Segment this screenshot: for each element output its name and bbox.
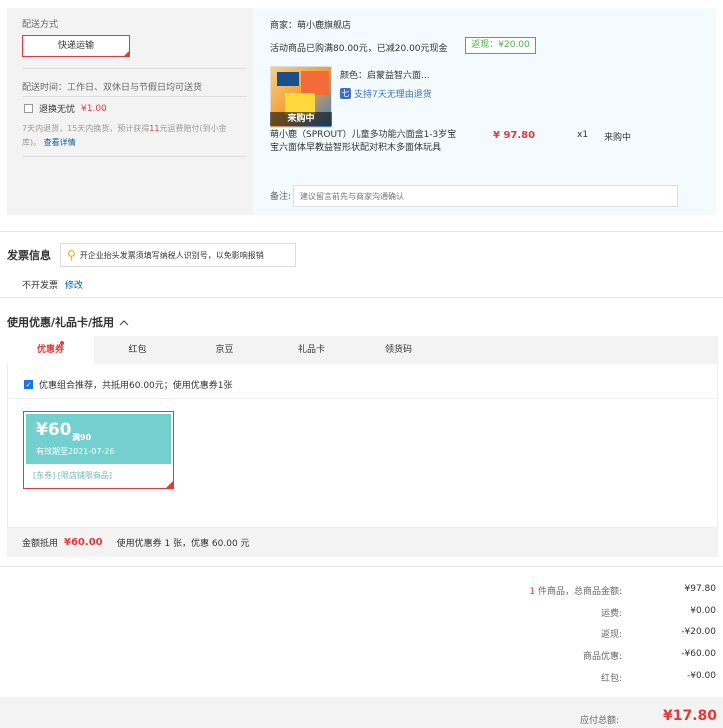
tab-jingdou[interactable]: 京豆 — [181, 336, 268, 364]
selected-corner-icon — [165, 480, 174, 489]
deduct-summary: 金额抵用 ¥60.00 使用优惠券 1 张，优惠 60.00 元 — [7, 528, 718, 557]
shipping-title: 配送方式 — [22, 20, 59, 30]
coupon-section-title[interactable]: 使用优惠/礼品卡/抵用 — [7, 314, 129, 330]
product-status: 来购中 — [604, 133, 632, 143]
coupon-tags: [东券] [限店铺限商品] — [33, 471, 113, 480]
section-divider — [0, 566, 723, 567]
tab-coupons[interactable]: 优惠券 — [7, 336, 94, 364]
product-price: ¥ 97.80 — [493, 130, 536, 141]
tab-redpacket[interactable]: 红包 — [94, 336, 181, 364]
divider — [7, 398, 718, 399]
divider — [22, 68, 246, 69]
summary-cashback: 返现: -¥20.00 — [600, 627, 716, 640]
coupon-expiry: 有效期至2021-07-26 — [36, 447, 115, 456]
product-title[interactable]: 萌小鹿（SPROUT）儿童多功能六面盒1-3岁宝宝六面体早教益智形状配对积木多面… — [270, 129, 460, 155]
returns-detail-link[interactable]: 查看详情 — [44, 138, 76, 147]
invoice-title: 发票信息 — [7, 249, 51, 262]
coupon-card[interactable]: ¥60 满90 有效期至2021-07-26 [东券] [限店铺限商品] — [23, 411, 174, 489]
product-thumb-label: 来购中 — [270, 112, 332, 126]
combo-checkbox[interactable]: ✓ — [24, 380, 33, 389]
promo-text: 活动商品已购满80.00元，已减20.00元现金 — [270, 44, 448, 54]
invoice-tip: ⚲ 开企业抬头发票须填写纳税人识别号，以免影响报销 — [60, 243, 296, 267]
divider — [22, 156, 246, 157]
return-support-tag: 七 支持7天无理由退货 — [340, 88, 432, 100]
combo-recommend[interactable]: ✓ 优惠组合推荐，共抵用60.00元；使用优惠券1张 — [24, 378, 233, 391]
returns-label: 退换无忧 — [39, 105, 76, 115]
summary-redpack: 红包: -¥0.00 — [600, 671, 716, 684]
rebate-badge: 返现：¥20.00 — [465, 37, 536, 54]
tab-pickup-code[interactable]: 领货码 — [355, 336, 442, 364]
total-amount: ¥17.80 — [662, 708, 717, 724]
coupon-tabs: 优惠券 红包 京豆 礼品卡 领货码 — [7, 336, 718, 364]
note-input[interactable] — [293, 185, 678, 207]
returns-price: ¥1.00 — [81, 103, 107, 114]
note-label: 备注: — [270, 192, 292, 202]
summary-goods: 1 件商品，总商品金额: ¥97.80 — [529, 584, 716, 597]
total-label: 应付总额: — [579, 716, 619, 726]
product-color: 颜色：启蒙益智六面... — [340, 71, 430, 81]
coupon-condition: 满90 — [72, 433, 92, 442]
shipping-time: 配送时间：工作日、双休日与节假日均可送货 — [22, 83, 203, 93]
shipping-method-button[interactable]: 快递运输 — [22, 35, 130, 57]
merchant-name: 商家：萌小鹿旗舰店 — [270, 21, 352, 31]
section-divider — [0, 297, 723, 298]
coupon-amount: ¥60 — [36, 420, 72, 440]
section-divider — [0, 231, 723, 232]
lightbulb-icon: ⚲ — [67, 248, 76, 262]
invoice-modify-link[interactable]: 修改 — [65, 281, 83, 291]
chevron-up-icon — [119, 319, 129, 325]
returns-note: 7天内退货，15天内换货，预计获得11元运费赔付(到小金库)。 查看详情 — [22, 124, 227, 147]
tab-giftcard[interactable]: 礼品卡 — [268, 336, 355, 364]
summary-freight: 运费: ¥0.00 — [600, 606, 716, 619]
invoice-status: 不开发票 修改 — [22, 281, 83, 291]
summary-discount: 商品优惠: -¥60.00 — [582, 649, 716, 662]
divider — [22, 96, 246, 97]
product-quantity: x1 — [577, 130, 589, 140]
returns-checkbox[interactable] — [24, 104, 33, 113]
return-badge-icon: 七 — [340, 88, 351, 99]
returns-option[interactable]: 退换无忧 ¥1.00 — [24, 102, 107, 115]
